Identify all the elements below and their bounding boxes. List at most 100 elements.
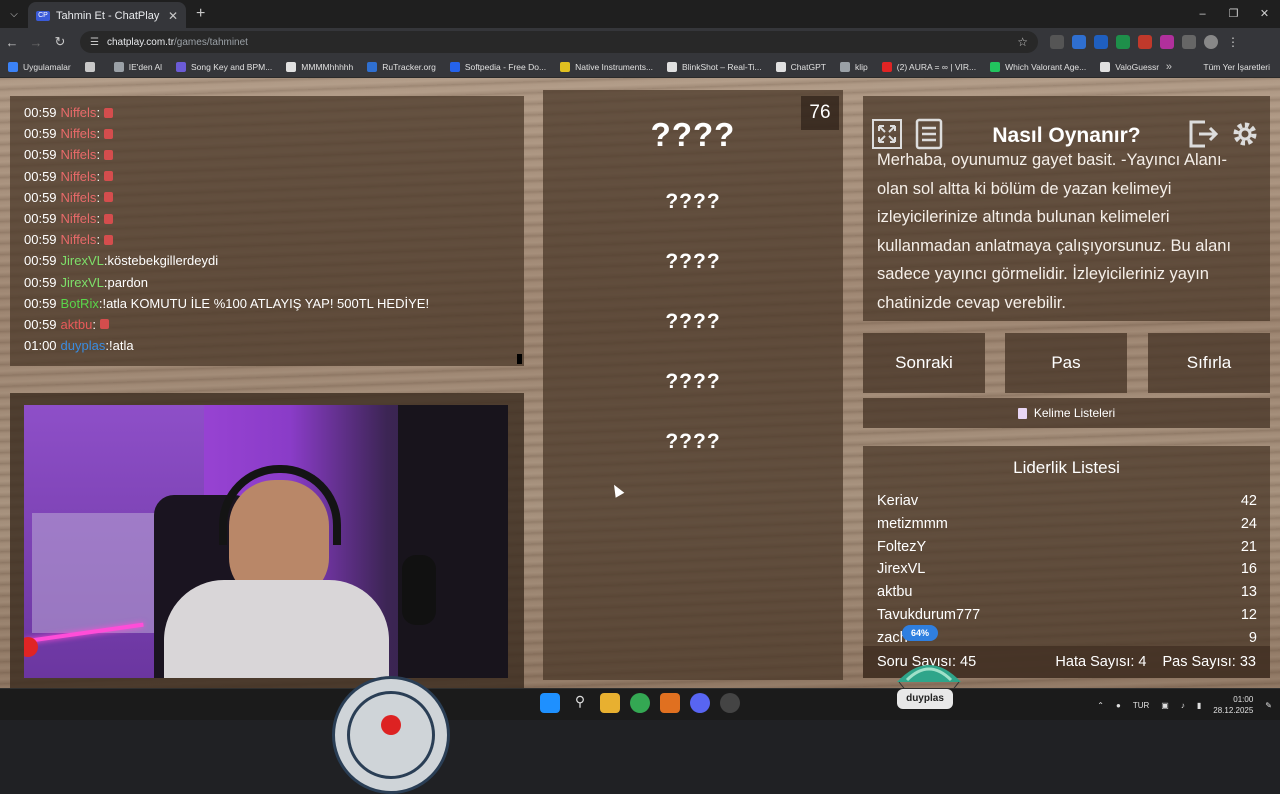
leaderboard-title: Liderlik Listesi (1013, 458, 1120, 477)
discord-icon[interactable] (690, 693, 710, 713)
bookmark-favicon-icon (560, 61, 571, 72)
chat-separator: : (96, 211, 101, 227)
app-icon[interactable] (720, 693, 740, 713)
word-board: 76 ???? ???? ???? ???? ???? ???? (543, 90, 843, 680)
extensions-puzzle-icon[interactable] (1182, 35, 1196, 49)
chat-separator: : (96, 105, 101, 121)
bookmark-label: BlinkShot – Real-Ti... (682, 61, 762, 72)
tab-strip: ⌵ CP Tahmin Et - ChatPlay ✕ + – ❐ ✕ (0, 0, 1280, 30)
bookmark-label: RuTracker.org (382, 61, 436, 72)
jump-percent-badge: 64% (902, 625, 938, 641)
clipboard-icon (1017, 407, 1027, 419)
windows-start-icon[interactable] (540, 693, 560, 713)
next-button[interactable]: Sonraki (863, 333, 985, 393)
chat-timestamp: 00:59 (24, 211, 57, 227)
system-clock[interactable]: 01:00 28.12.2025 (1213, 694, 1253, 716)
new-tab-icon[interactable]: + (196, 5, 205, 23)
bookmark-item[interactable]: Song Key and BPM... (176, 61, 272, 72)
site-info-icon[interactable]: ☰ (90, 37, 99, 48)
bookmark-item[interactable]: MMMMhhhhh (286, 61, 353, 72)
chat-username: JirexVL (60, 274, 104, 290)
search-icon[interactable]: ⚲ (570, 693, 590, 713)
battery-icon[interactable]: ▮ (1197, 701, 1201, 710)
how-to-play-panel: Nasıl Oynanır? Merhaba, oyunumuz gayet b… (863, 96, 1270, 321)
hls-extension-icon[interactable] (1138, 35, 1152, 49)
bookmark-item[interactable] (84, 61, 100, 72)
bookmark-item[interactable]: Which Valorant Age... (990, 61, 1086, 72)
tab-search-icon[interactable]: ⌵ (0, 9, 28, 20)
chat-text: !atla (108, 338, 134, 354)
chat-separator: : (96, 126, 101, 142)
bookmark-item[interactable]: Softpedia - Free Do... (449, 61, 546, 72)
tray-overflow-icon[interactable]: ⌃ (1097, 701, 1104, 710)
emote-icon (104, 128, 114, 139)
windows-taskbar: ⚲ ⌃ ● TUR ▣ ♪ ▮ 01:00 28.12.2025 ✎ (0, 688, 1280, 720)
chat-timestamp: 00:59 (24, 253, 57, 269)
bookmark-item[interactable]: ChatGPT (775, 61, 826, 72)
app-icon[interactable] (660, 693, 680, 713)
chat-timestamp: 00:59 (24, 105, 57, 121)
close-tab-icon[interactable]: ✕ (168, 9, 178, 23)
extension-icon[interactable] (1094, 35, 1108, 49)
chat-separator: : (96, 147, 101, 163)
leaderboard-panel: Liderlik Listesi Keriav 42 metizmmm 24 Folte… (863, 446, 1270, 678)
chat-username: Niffels (60, 232, 97, 248)
bookmark-item[interactable]: (2) AURA = ∞ | VIR... (881, 61, 976, 72)
url-field[interactable]: ☰ chatplay.com.tr/games/tahminet ☆ (80, 31, 1038, 53)
microphone-icon[interactable]: ● (1116, 701, 1121, 710)
error-count-stat: Hata Sayısı: 4 (1055, 654, 1147, 670)
bookmark-label: IE'den Al (128, 61, 163, 72)
bookmark-favicon-icon (667, 61, 678, 72)
chat-timestamp: 00:59 (24, 147, 57, 163)
chrome-icon[interactable] (630, 693, 650, 713)
pass-button[interactable]: Pas (1005, 333, 1127, 393)
bookmarks-bar: Uygulamalar IE'den Al Song Key and BPM... M… (0, 56, 1280, 78)
back-icon[interactable]: ← (0, 35, 24, 50)
word-lists-button[interactable]: Kelime Listeleri (863, 398, 1270, 428)
bookmark-item[interactable]: Uygulamalar (8, 61, 71, 72)
forward-icon[interactable]: → (24, 35, 48, 50)
translate-extension-icon[interactable] (1072, 35, 1086, 49)
chat-text: !atla KOMUTU İLE %100 ATLAYIŞ YAP! 500TL… (102, 295, 430, 311)
reload-icon[interactable]: ↻ (48, 34, 72, 50)
bookmark-item[interactable]: RuTracker.org (367, 61, 436, 72)
language-indicator[interactable]: TUR (1133, 701, 1149, 710)
bookmark-item[interactable]: klip (840, 61, 868, 72)
player-score: 24 (1240, 515, 1257, 532)
restore-icon[interactable]: ❐ (1218, 0, 1249, 28)
profile-avatar[interactable] (1204, 35, 1218, 49)
extension-icon[interactable] (1160, 35, 1174, 49)
extension-icon[interactable] (1116, 35, 1130, 49)
how-to-play-text: Merhaba, oyunumuz gayet basit. -Yayıncı … (877, 151, 1232, 312)
player-score: 42 (1240, 493, 1257, 509)
leaderboard-row: aktbu 13 (877, 581, 1257, 603)
chat-username: aktbu (60, 316, 93, 332)
bookmark-item[interactable]: Native Instruments... (560, 61, 653, 72)
parachute-player-icon (897, 665, 961, 688)
player-score: 16 (1240, 561, 1257, 578)
chat-separator: : (96, 189, 101, 205)
tab-active[interactable]: CP Tahmin Et - ChatPlay ✕ (28, 2, 186, 30)
bookmark-item[interactable]: BlinkShot – Real-Ti... (667, 61, 762, 72)
chat-message: 00:59 Niffels: (24, 102, 510, 123)
chat-username: JirexVL (60, 253, 104, 269)
all-bookmarks-button[interactable]: Tüm Yer İşaretleri (1203, 56, 1270, 78)
network-icon[interactable]: ▣ (1161, 701, 1169, 710)
bookmark-star-icon[interactable]: ☆ (1017, 35, 1028, 49)
chatplay-favicon-icon: CP (36, 11, 50, 21)
chat-separator: : (96, 232, 101, 248)
emote-icon (104, 171, 114, 182)
bookmark-item[interactable]: ValoGuessr (1100, 61, 1159, 72)
notifications-icon[interactable]: ✎ (1265, 701, 1272, 710)
file-explorer-icon[interactable] (600, 693, 620, 713)
bookmarks-overflow-icon[interactable]: » (1166, 56, 1172, 78)
browser-menu-icon[interactable]: ⋮ (1226, 35, 1240, 49)
forbidden-word: ???? (665, 190, 721, 213)
bookmark-item[interactable]: IE'den Al (113, 61, 163, 72)
extension-icon[interactable] (1050, 35, 1064, 49)
minimize-icon[interactable]: – (1187, 0, 1218, 28)
volume-icon[interactable]: ♪ (1181, 701, 1185, 710)
close-window-icon[interactable]: ✕ (1249, 0, 1280, 28)
reset-button[interactable]: Sıfırla (1148, 333, 1270, 393)
chat-scrollbar[interactable] (517, 354, 522, 364)
